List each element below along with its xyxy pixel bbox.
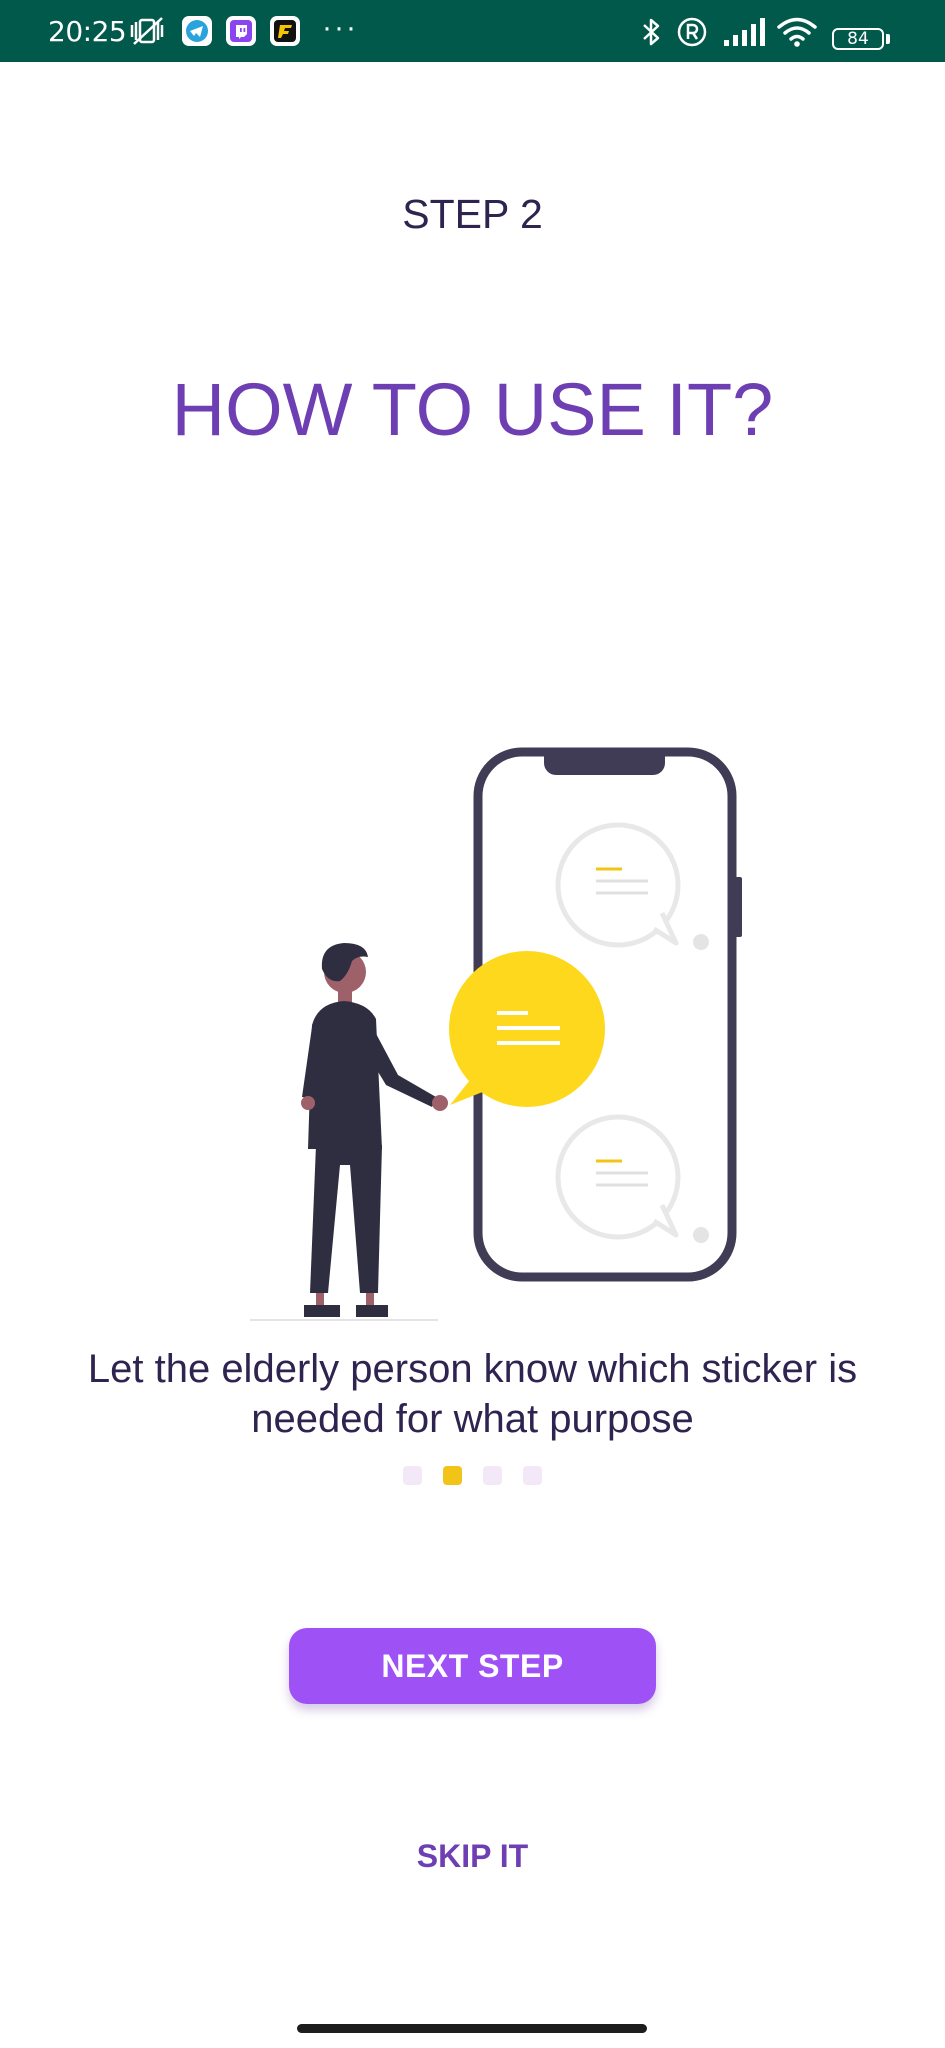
twitch-icon — [226, 16, 256, 46]
vibrate-off-icon — [130, 17, 164, 45]
wifi-icon — [777, 17, 817, 47]
telegram-icon — [182, 16, 212, 46]
bluetooth-icon — [643, 18, 660, 46]
more-notifications-icon: ··· — [322, 11, 358, 44]
signal-icon — [724, 18, 765, 46]
battery-icon: 84 — [832, 28, 884, 50]
status-bar: 20:25 ··· 84 — [0, 0, 945, 62]
home-indicator[interactable] — [297, 2024, 647, 2033]
page-dot — [403, 1466, 422, 1485]
skip-link[interactable]: SKIP IT — [0, 1836, 945, 1876]
person-with-phone-illustration — [250, 747, 742, 1321]
status-time: 20:25 — [48, 15, 127, 48]
page-dot — [483, 1466, 502, 1485]
page-indicator — [403, 1466, 542, 1486]
next-step-button[interactable]: NEXT STEP — [289, 1628, 656, 1704]
step-description: Let the elderly person know which sticke… — [87, 1347, 858, 1441]
step-label: STEP 2 — [402, 191, 543, 237]
battery-tip — [886, 34, 890, 44]
app-notification-icon — [270, 16, 300, 46]
registered-icon — [677, 17, 707, 47]
page-dot — [523, 1466, 542, 1485]
page-dot-active — [443, 1466, 462, 1485]
page-title: HOW TO USE IT? — [171, 368, 774, 451]
